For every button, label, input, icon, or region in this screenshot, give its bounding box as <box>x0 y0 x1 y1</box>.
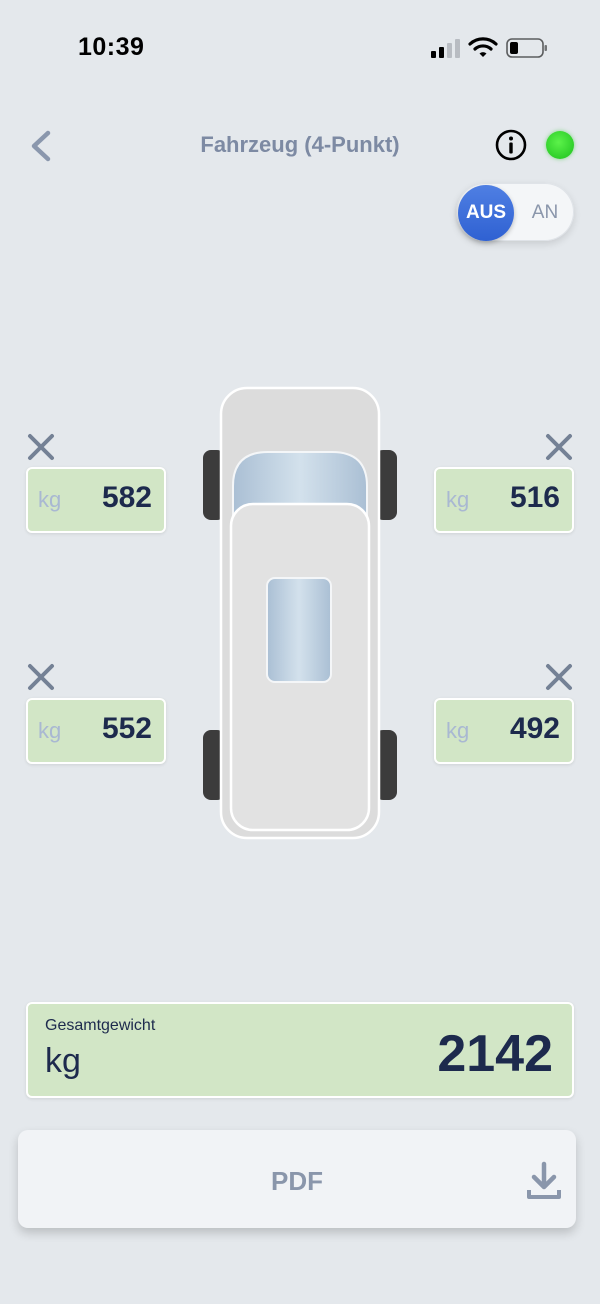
weight-value: 492 <box>509 712 560 745</box>
wifi-icon <box>468 37 498 57</box>
remove-front-left-icon[interactable] <box>26 432 56 462</box>
weight-front-right: kg 516 <box>434 467 574 533</box>
weight-rear-left: kg 552 <box>26 698 166 764</box>
remove-front-right-icon[interactable] <box>544 432 574 462</box>
weight-unit: kg <box>38 718 62 743</box>
weight-value: 552 <box>101 712 152 745</box>
download-icon <box>527 1161 561 1199</box>
weight-value: 516 <box>509 481 560 514</box>
status-time: 10:39 <box>78 33 145 61</box>
signal-icon <box>431 39 460 58</box>
weight-value: 582 <box>101 481 152 514</box>
total-weight-label: Gesamtgewicht <box>45 1017 156 1034</box>
weight-unit: kg <box>446 718 470 743</box>
remove-rear-left-icon[interactable] <box>26 662 56 692</box>
battery-icon <box>506 38 547 58</box>
total-weight-box: Gesamtgewicht kg 2142 <box>26 1002 574 1098</box>
toggle-option-an[interactable]: AN <box>518 185 572 241</box>
pdf-button[interactable]: PDF <box>18 1130 576 1228</box>
vehicle-diagram <box>203 386 397 840</box>
status-led-icon <box>546 131 574 159</box>
weight-rear-right: kg 492 <box>434 698 574 764</box>
remove-rear-right-icon[interactable] <box>544 662 574 692</box>
weight-unit: kg <box>38 487 62 512</box>
total-weight-unit: kg <box>45 1042 81 1080</box>
weight-front-left: kg 582 <box>26 467 166 533</box>
weight-unit: kg <box>446 487 470 512</box>
pdf-button-label: PDF <box>271 1166 323 1196</box>
toggle-option-aus[interactable]: AUS <box>458 185 514 241</box>
info-icon[interactable] <box>494 128 528 162</box>
total-weight-value: 2142 <box>437 1025 553 1083</box>
